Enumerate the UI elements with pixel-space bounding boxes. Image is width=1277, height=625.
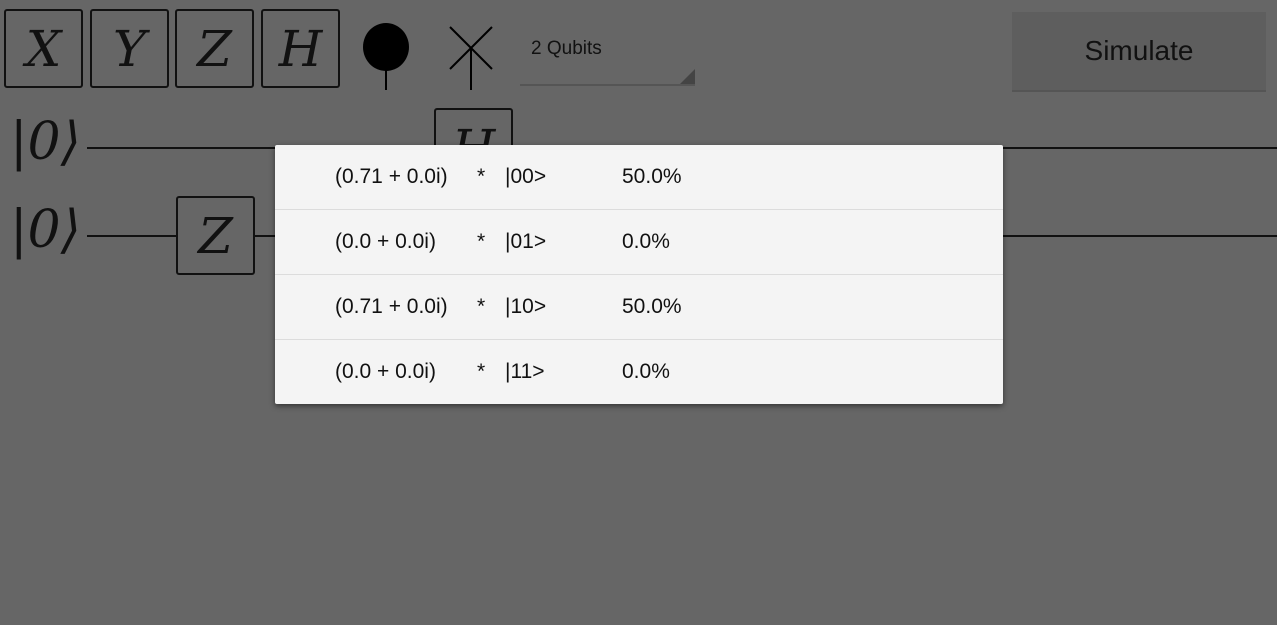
amplitude: (0.0 + 0.0i) bbox=[335, 230, 436, 253]
qubit-0-ket: |0⟩ bbox=[10, 112, 81, 172]
result-row: (0.71 + 0.0i) * |00> 50.0% bbox=[275, 145, 1003, 210]
multiply: * bbox=[477, 295, 486, 318]
probability: 0.0% bbox=[622, 230, 670, 253]
multiply: * bbox=[477, 165, 486, 188]
dropdown-arrow-icon bbox=[680, 69, 695, 84]
basis-state: |11> bbox=[505, 360, 545, 383]
multiply: * bbox=[477, 360, 486, 383]
gate-y-button[interactable]: Y bbox=[90, 9, 169, 88]
basis-state: |01> bbox=[505, 230, 547, 253]
gate-z-button[interactable]: Z bbox=[175, 9, 254, 88]
gate-h-button[interactable]: H bbox=[261, 9, 340, 88]
basis-state: |00> bbox=[505, 165, 547, 188]
result-row: (0.0 + 0.0i) * |11> 0.0% bbox=[275, 340, 1003, 405]
probability: 50.0% bbox=[622, 165, 682, 188]
amplitude: (0.0 + 0.0i) bbox=[335, 360, 436, 383]
probability: 50.0% bbox=[622, 295, 682, 318]
gate-x-button[interactable]: X bbox=[4, 9, 83, 88]
basis-state: |10> bbox=[505, 295, 547, 318]
result-row: (0.71 + 0.0i) * |10> 50.0% bbox=[275, 275, 1003, 340]
qubit-1-ket: |0⟩ bbox=[10, 200, 81, 260]
qubit-count-select[interactable]: 2 Qubits bbox=[520, 30, 695, 86]
simulate-button[interactable]: Simulate bbox=[1012, 12, 1266, 92]
cnot-target-icon[interactable] bbox=[447, 24, 497, 92]
probability: 0.0% bbox=[622, 360, 670, 383]
multiply: * bbox=[477, 230, 486, 253]
amplitude: (0.71 + 0.0i) bbox=[335, 295, 448, 318]
simulation-results-dialog: (0.71 + 0.0i) * |00> 50.0% (0.0 + 0.0i) * |01… bbox=[275, 145, 1003, 404]
qubit-count-value: 2 Qubits bbox=[531, 38, 602, 59]
result-row: (0.0 + 0.0i) * |01> 0.0% bbox=[275, 210, 1003, 275]
circuit-gate-z[interactable]: Z bbox=[176, 196, 255, 275]
control-dot-icon[interactable] bbox=[360, 20, 414, 92]
amplitude: (0.71 + 0.0i) bbox=[335, 165, 448, 188]
